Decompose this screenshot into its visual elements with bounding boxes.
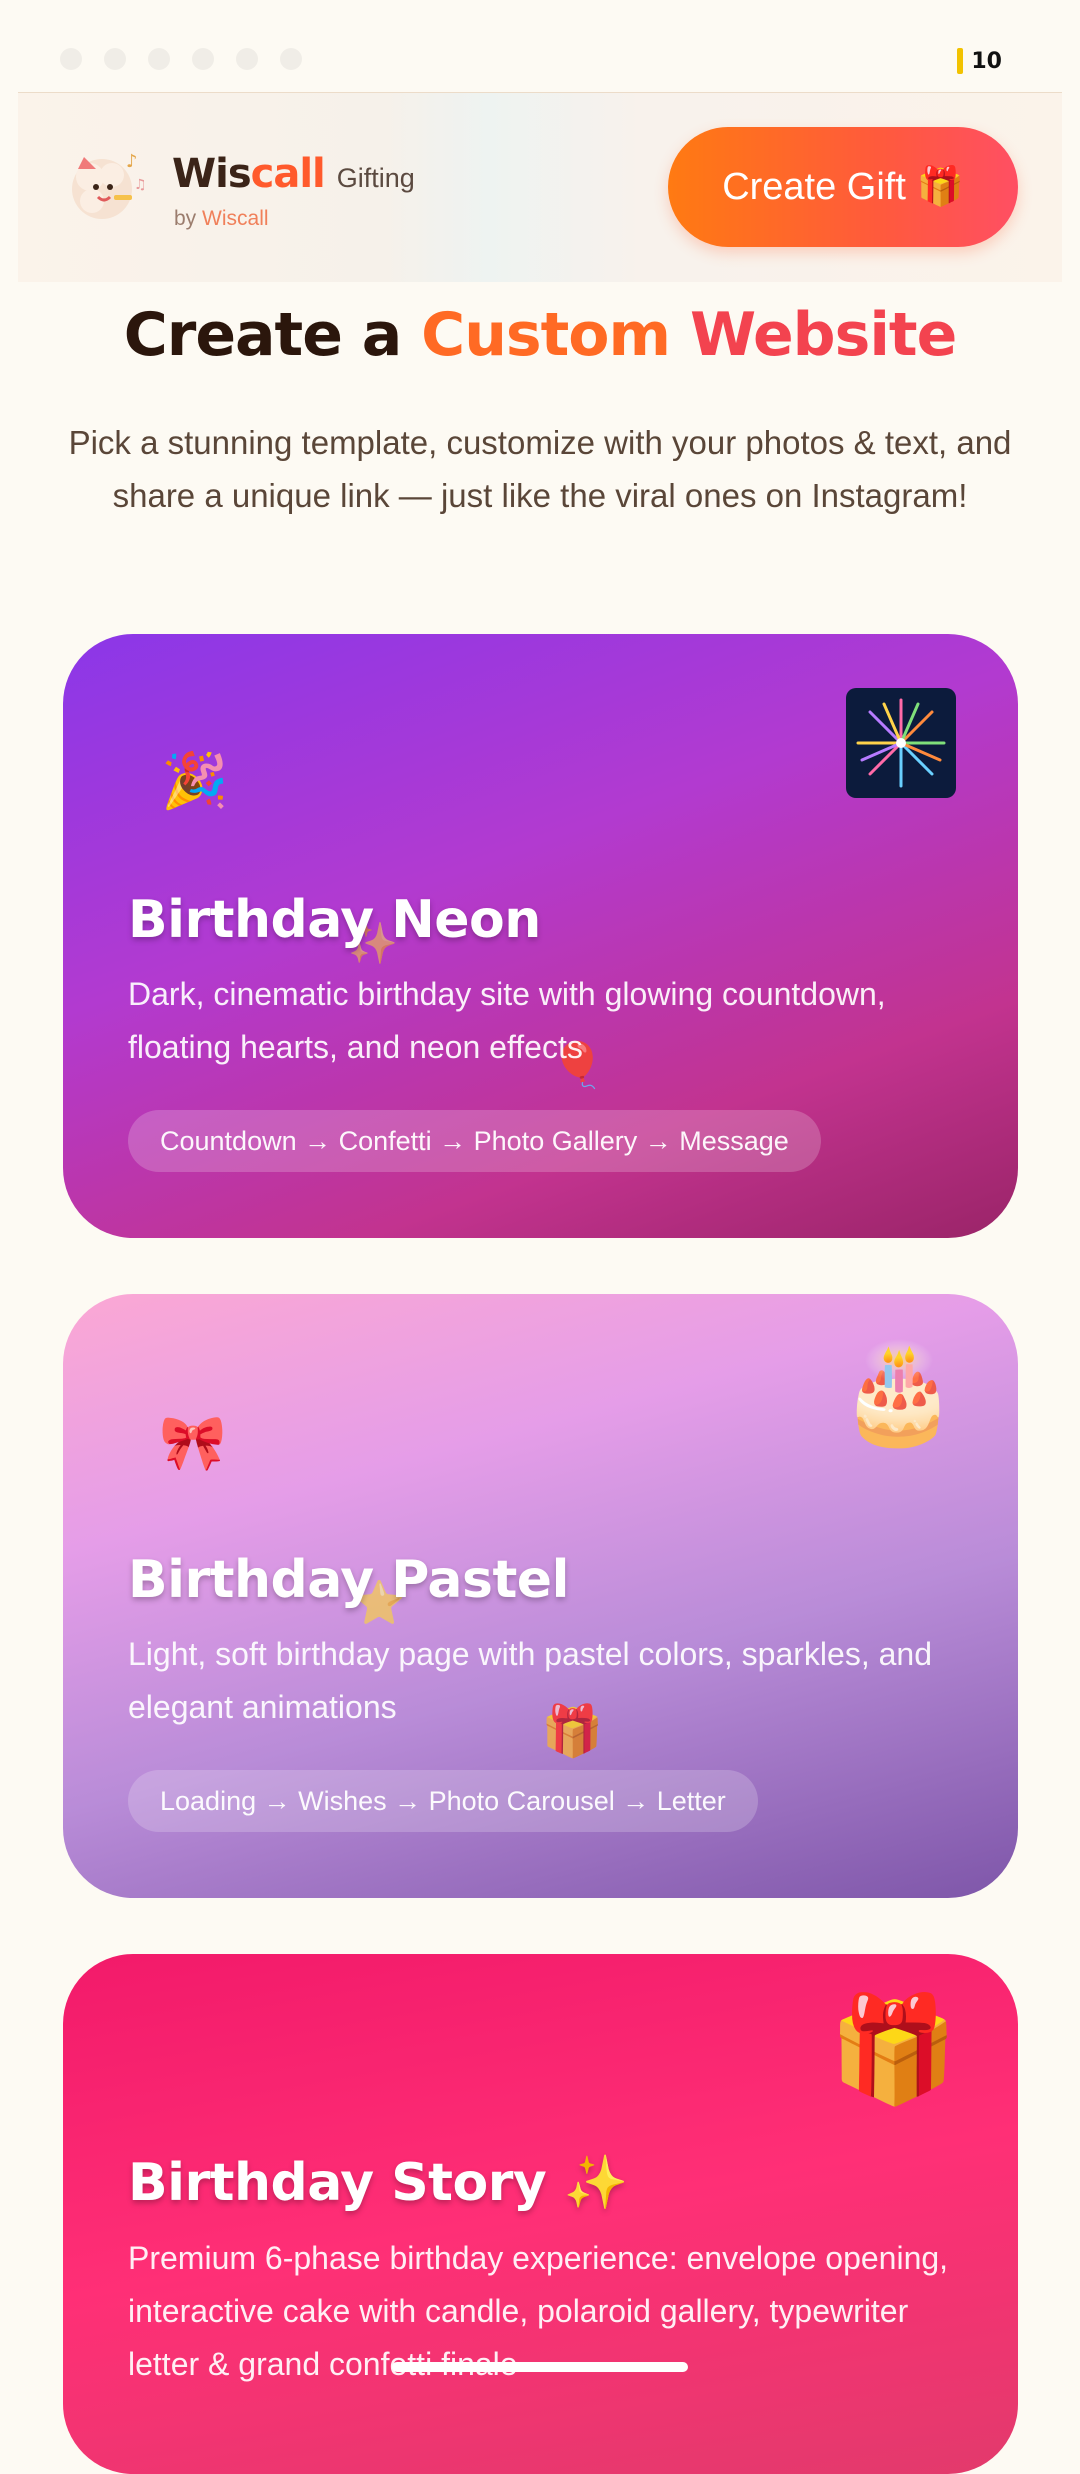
template-description: Light, soft birthday page with pastel co…	[128, 1636, 932, 1725]
cake-icon: 🎂	[838, 1340, 958, 1447]
title-part-3: Website	[689, 300, 957, 370]
template-flow: Loading → Wishes → Photo Carousel → Lett…	[128, 1770, 758, 1832]
svg-text:♪: ♪	[126, 151, 138, 172]
template-card-birthday-neon[interactable]: 🎉 ✨ 🎈 Birthday Neon Dark, cinematic birt…	[63, 634, 1018, 1238]
page-title: Create a Custom Website	[0, 300, 1080, 370]
template-title: Birthday Story ✨	[128, 2153, 629, 2213]
fireworks-icon	[846, 688, 956, 798]
template-title: Birthday Neon	[128, 890, 541, 950]
brand-part-1: Wis	[172, 151, 252, 197]
byline-prefix: by	[174, 207, 197, 230]
byline-brand: Wiscall	[202, 207, 269, 230]
ribbon-icon: 🎀	[159, 1413, 227, 1473]
battery-indicator: 10	[957, 48, 1002, 74]
brand-name: Wis call Gifting	[172, 151, 415, 197]
app-header: ♪ ♫ Wis call Gifting by Wiscall Create G…	[18, 92, 1062, 282]
home-indicator[interactable]	[392, 2362, 688, 2372]
brand-part-2: call	[250, 151, 326, 197]
status-icons	[60, 48, 302, 70]
battery-level: 10	[971, 48, 1002, 74]
battery-icon	[957, 48, 964, 74]
template-card-birthday-story[interactable]: 🎁 Birthday Story ✨ Premium 6-phase birth…	[63, 1954, 1018, 2474]
logo-mascot-icon[interactable]: ♪ ♫	[62, 139, 152, 229]
status-bar: 10	[0, 0, 1080, 92]
page-subtitle: Pick a stunning template, customize with…	[68, 424, 1012, 514]
template-flow: Countdown → Confetti → Photo Gallery → M…	[128, 1110, 821, 1172]
create-gift-button[interactable]: Create Gift 🎁	[668, 127, 1018, 247]
title-part-2: Custom	[421, 300, 671, 370]
template-title: Birthday Pastel	[128, 1550, 569, 1610]
byline: by Wiscall	[174, 207, 269, 231]
party-popper-icon: 🎉	[161, 751, 229, 811]
title-part-1: Create a	[123, 300, 403, 370]
gift-icon: 🎁	[828, 1992, 959, 2108]
template-description: Dark, cinematic birthday site with glowi…	[128, 976, 886, 1065]
template-card-birthday-pastel[interactable]: 🎂 🎀 ⭐ 🎁 Birthday Pastel Light, soft birt…	[63, 1294, 1018, 1898]
svg-text:♫: ♫	[134, 177, 147, 193]
brand-suffix: Gifting	[336, 163, 415, 193]
